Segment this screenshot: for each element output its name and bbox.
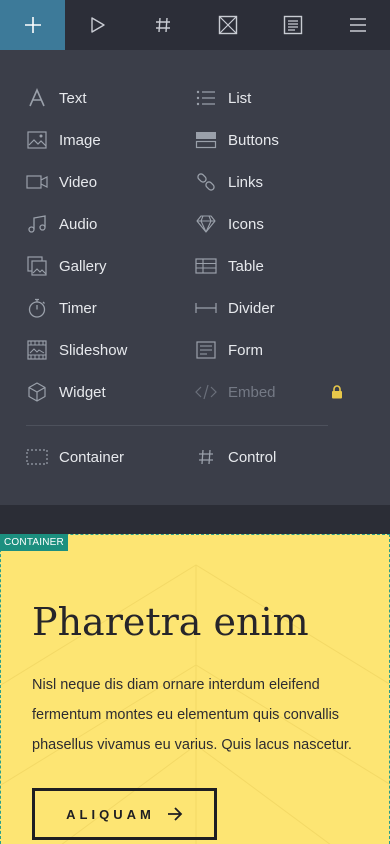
palette-divider <box>26 425 328 426</box>
hash-icon <box>155 17 170 33</box>
palette-item-icons[interactable]: Icons <box>195 209 264 239</box>
preview-button[interactable] <box>65 0 130 50</box>
text-icon <box>26 87 48 109</box>
palette-item-label: Audio <box>59 215 98 233</box>
play-icon <box>90 17 105 33</box>
palette-item-label: Icons <box>228 215 264 233</box>
form-icon <box>195 339 217 361</box>
stopwatch-icon <box>26 297 48 319</box>
pages-button[interactable] <box>260 0 325 50</box>
palette-item-label: Timer <box>59 299 97 317</box>
palette-item-audio[interactable]: Audio <box>26 209 97 239</box>
palette-item-label: Divider <box>228 299 275 317</box>
hash-icon <box>195 446 217 468</box>
palette-item-control[interactable]: Control <box>195 442 276 472</box>
palette-item-timer[interactable]: Timer <box>26 293 97 323</box>
divider-icon <box>195 297 217 319</box>
palette-item-label: Text <box>59 89 87 107</box>
palette-item-table[interactable]: Table <box>195 251 264 281</box>
buttons-icon <box>195 129 217 151</box>
palette-item-label: Table <box>228 257 264 275</box>
image-icon <box>26 129 48 151</box>
palette-item-label: Embed <box>228 383 276 401</box>
palette-item-widget[interactable]: Widget <box>26 377 106 407</box>
cta-button[interactable]: ALIQUAM <box>32 788 217 840</box>
controls-button[interactable] <box>130 0 195 50</box>
list-icon <box>195 87 217 109</box>
palette-item-label: Links <box>228 173 264 191</box>
palette-item-buttons[interactable]: Buttons <box>195 125 279 155</box>
diamond-icon <box>195 213 217 235</box>
image-placeholder-icon <box>218 15 237 35</box>
palette-item-gallery[interactable]: Gallery <box>26 251 107 281</box>
palette-item-label: Slideshow <box>59 341 128 359</box>
palette-item-list[interactable]: List <box>195 83 251 113</box>
menu-icon <box>349 18 366 32</box>
palette-item-image[interactable]: Image <box>26 125 101 155</box>
cta-label: ALIQUAM <box>66 806 155 822</box>
palette-item-label: Buttons <box>228 131 279 149</box>
section-headline: Pharetra enim <box>32 600 309 644</box>
palette-item-links[interactable]: Links <box>195 167 263 197</box>
arrow-right-icon <box>167 807 183 821</box>
palette-item-label: Video <box>59 173 98 191</box>
media-button[interactable] <box>195 0 260 50</box>
palette-item-label: List <box>228 89 252 107</box>
palette-item-label: Widget <box>59 383 106 401</box>
canvas-gap <box>0 505 390 534</box>
container-badge: CONTAINER <box>0 534 68 551</box>
palette-item-embed[interactable]: Embed <box>195 377 276 407</box>
video-icon <box>26 171 48 193</box>
menu-button[interactable] <box>325 0 390 50</box>
palette-item-label: Control <box>228 448 277 466</box>
element-palette: Text Image Video Audio Gallery Timer Sli… <box>0 50 390 505</box>
palette-item-video[interactable]: Video <box>26 167 97 197</box>
cube-icon <box>26 381 48 403</box>
slideshow-icon <box>26 339 48 361</box>
section-paragraph: Nisl neque dis diam ornare interdum elei… <box>32 677 352 753</box>
code-icon <box>195 381 217 403</box>
editor-toolbar <box>0 0 390 50</box>
palette-item-label: Gallery <box>59 257 107 275</box>
palette-item-label: Container <box>59 448 125 466</box>
palette-item-text[interactable]: Text <box>26 83 87 113</box>
plus-icon <box>24 17 41 33</box>
gallery-icon <box>26 255 48 277</box>
table-icon <box>195 255 217 277</box>
link-icon <box>195 171 217 193</box>
document-icon <box>283 15 302 35</box>
music-note-icon <box>26 213 48 235</box>
add-element-button[interactable] <box>0 0 65 50</box>
container-icon <box>26 446 48 468</box>
palette-item-label: Image <box>59 131 101 149</box>
palette-item-slideshow[interactable]: Slideshow <box>26 335 127 365</box>
palette-item-form[interactable]: Form <box>195 335 263 365</box>
palette-item-container[interactable]: Container <box>26 442 124 472</box>
lock-icon <box>332 385 342 399</box>
palette-item-label: Form <box>228 341 263 359</box>
palette-item-divider[interactable]: Divider <box>195 293 275 323</box>
